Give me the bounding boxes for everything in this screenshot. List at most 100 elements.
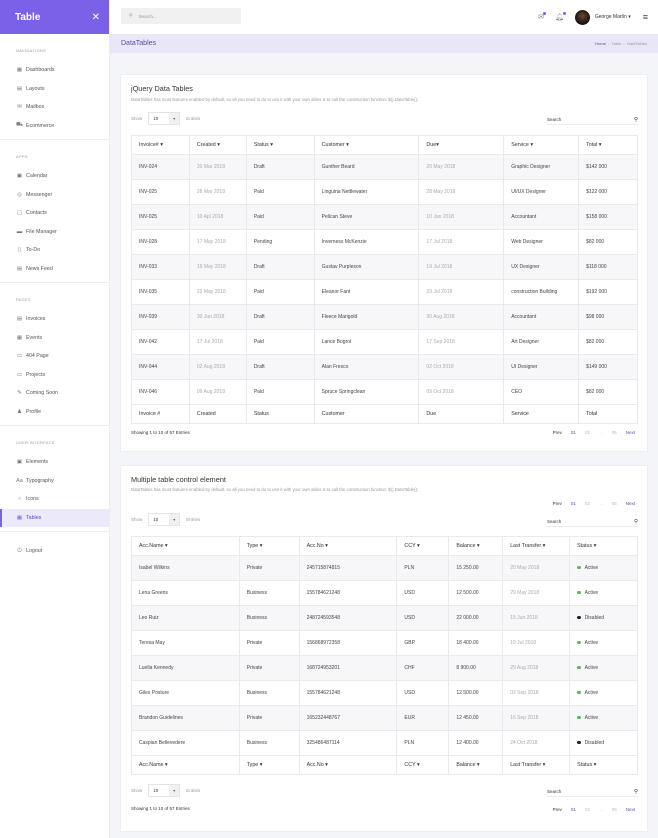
table-row[interactable]: Teresa May Private 156868972358 GBP 18 400.0… — [131, 630, 638, 656]
column-footer[interactable]: Last Transfer ▾ — [502, 755, 571, 775]
column-header[interactable]: Due▾ — [418, 135, 505, 155]
sidebar-item-404-page[interactable]: ▭ 404 Page — [0, 347, 109, 366]
table-cell: GBP — [396, 630, 450, 656]
breadcrumb-home[interactable]: Home — [595, 41, 606, 46]
table-search-input-bottom[interactable]: Search ⚲ — [547, 787, 638, 797]
column-footer[interactable]: Status ▾ — [569, 755, 638, 775]
page-button[interactable]: 01 — [571, 501, 576, 506]
table-cell: $142 000 — [578, 154, 638, 180]
sidebar-item-typography[interactable]: Aa Typography — [0, 472, 109, 491]
table-row[interactable]: Isabel Wilkins Private 245715874815 PLN 15 2… — [131, 555, 638, 581]
sidebar-item-to-do[interactable]: ▯ To-Do — [0, 241, 109, 260]
page-button[interactable]: 05 — [612, 807, 617, 812]
sidebar-item-mailbox[interactable]: ✉ Mailbox — [0, 98, 109, 117]
column-header[interactable]: Status ▾ — [569, 536, 638, 556]
sidebar-item-tables[interactable]: ▦ Tables — [0, 508, 109, 527]
table-cell: INV-033 — [131, 254, 190, 280]
table-row[interactable]: INV-042 17 Jul 2018 Paid Lance Bogrol 17 Sep… — [131, 329, 638, 355]
column-header[interactable]: Acc.No ▾ — [298, 536, 398, 556]
table-row[interactable]: INV-046 09 Aug 2018 Paid Spruce Springclean… — [131, 379, 638, 405]
page-button[interactable]: 05 — [612, 430, 617, 435]
avatar[interactable] — [574, 9, 590, 25]
page-button[interactable]: 02 — [585, 807, 590, 812]
sidebar-item-news-feed[interactable]: ▤ News Feed — [0, 260, 109, 279]
table-search-input[interactable]: Search ⚲ — [547, 517, 638, 527]
news-icon: ▤ — [16, 265, 23, 272]
multiple-table-control-card: Multiple table control element DataTable… — [120, 465, 648, 832]
column-header[interactable]: Created ▾ — [188, 135, 247, 155]
column-header[interactable]: Service ▾ — [503, 135, 580, 155]
column-footer[interactable]: Type ▾ — [238, 755, 300, 775]
entries-select[interactable]: 10 ▾ — [148, 513, 181, 526]
column-header[interactable]: Invoice# ▾ — [131, 135, 190, 155]
tools-icon[interactable]: ✕ — [92, 12, 100, 23]
sidebar-item-dashboards[interactable]: ▦ Dashboards — [0, 61, 109, 80]
sidebar-item-file-manager[interactable]: ▬ File Manager — [0, 223, 109, 242]
table-row[interactable]: INV-024 20 Mar 2018 Draft Gunther Beard 20 M… — [131, 154, 638, 180]
sidebar-item-label: To-Do — [26, 247, 41, 254]
sidebar-item-coming-soon[interactable]: ✎ Coming Soon — [0, 384, 109, 403]
table-row[interactable]: Brandon Guidelines Private 165232448767 EUR… — [131, 705, 638, 731]
page-button[interactable]: 01 — [571, 807, 576, 812]
column-header[interactable]: Last Transfer ▾ — [502, 536, 571, 556]
next-page-button[interactable]: Next — [626, 430, 635, 435]
page-button[interactable]: 02 — [585, 430, 590, 435]
column-footer[interactable]: Acc.No ▾ — [298, 755, 398, 775]
table-row[interactable]: INV-028 17 May 2018 Pending Inverness McKen… — [131, 229, 638, 255]
sidebar-item-layouts[interactable]: ▤ Layouts — [0, 80, 109, 99]
page-button[interactable]: 05 — [612, 501, 617, 506]
column-header[interactable]: Customer ▾ — [313, 135, 420, 155]
table-row[interactable]: INV-035 23 May 2018 Paid Eleanor Fant 23 Jul… — [131, 279, 638, 305]
prev-page-button[interactable]: Prev — [553, 807, 562, 812]
column-header[interactable]: Type ▾ — [238, 536, 300, 556]
breadcrumb-table[interactable]: Table — [612, 41, 622, 46]
user-menu[interactable]: George Martin ▾ — [595, 14, 631, 20]
table-row[interactable]: Leo Ruiz Business 248724593548 USD 22 000.00… — [131, 605, 638, 631]
user-icon: ♟ — [17, 408, 22, 415]
table-row[interactable]: Luella Kennedy Private 168724953201 CHF 8 90… — [131, 655, 638, 681]
status-dot-icon — [577, 565, 581, 570]
column-footer[interactable]: Balance ▾ — [448, 755, 504, 775]
table-row[interactable]: Giles Posture Business 155784621248 USD 12 5… — [131, 680, 638, 706]
table-row[interactable]: INV-039 30 Jun 2018 Draft Fleece Marigold 30… — [131, 304, 638, 330]
table-cell: INV-046 — [131, 379, 190, 405]
table-row[interactable]: Lena Greens Business 155784621248 USD 12 500… — [131, 580, 638, 606]
table-row[interactable]: INV-033 19 May 2018 Draft Gustav Purpleson 1… — [131, 254, 638, 280]
pagination-top: Prev 01 02... 05 Next — [544, 501, 635, 506]
sidebar-item-messenger[interactable]: ◎ Messenger — [0, 186, 109, 205]
sidebar-item-icons[interactable]: ○ Icons — [0, 490, 109, 509]
sidebar-item-calendar[interactable]: ▣ Calendar — [0, 167, 109, 186]
next-page-button[interactable]: Next — [626, 807, 635, 812]
sidebar-item-projects[interactable]: ▭ Projects — [0, 366, 109, 385]
prev-page-button[interactable]: Prev — [553, 430, 562, 435]
sidebar-item-events[interactable]: ▦ Events — [0, 329, 109, 348]
column-header[interactable]: CCY ▾ — [396, 536, 450, 556]
table-row[interactable]: Caspian Bellevedere Business 325486487114 P… — [131, 730, 638, 756]
sidebar-item-elements[interactable]: ▣ Elements — [0, 453, 109, 472]
column-footer[interactable]: Acc.Name ▾ — [131, 755, 240, 775]
column-header[interactable]: Acc.Name ▾ — [131, 536, 240, 556]
mail-icon[interactable]: ✉ — [538, 12, 546, 21]
entries-select[interactable]: 10 ▾ — [148, 784, 181, 797]
search-input[interactable]: ⚲ Search... — [121, 8, 241, 24]
column-footer[interactable]: CCY ▾ — [396, 755, 450, 775]
table-row[interactable]: INV-044 02 Aug 2018 Draft Alan Fresco 02 Oct… — [131, 354, 638, 380]
table-row[interactable]: INV-025 28 Mar 2018 Paid Linguina Nettlewat… — [131, 179, 638, 205]
bell-icon[interactable]: 🔔︎ — [555, 12, 566, 21]
sidebar-item-invoices[interactable]: ▤ Invoices — [0, 310, 109, 329]
next-page-button[interactable]: Next — [626, 501, 635, 506]
page-button[interactable]: 02 — [585, 501, 590, 506]
column-header[interactable]: Status ▾ — [245, 135, 315, 155]
sidebar-item-logout[interactable]: ⏻ Logout — [0, 542, 109, 561]
hamburger-menu-icon[interactable]: ≡ — [643, 12, 648, 22]
page-button[interactable]: 01 — [571, 430, 576, 435]
sidebar-item-contacts[interactable]: ▢ Contacts — [0, 204, 109, 223]
column-header[interactable]: Balance ▾ — [448, 536, 504, 556]
table-search-input[interactable]: Search ⚲ — [547, 115, 638, 125]
prev-page-button[interactable]: Prev — [553, 501, 562, 506]
sidebar-item-profile[interactable]: ♟ Profile — [0, 403, 109, 422]
table-row[interactable]: INV-025 10 Apl 2018 Paid Pelican Steve 10 Ju… — [131, 204, 638, 230]
sidebar-item-ecommerce[interactable]: ⛟ Ecommerce — [0, 117, 109, 136]
column-header[interactable]: Total ▾ — [578, 135, 638, 155]
entries-select[interactable]: 10 ▾ — [148, 112, 181, 125]
